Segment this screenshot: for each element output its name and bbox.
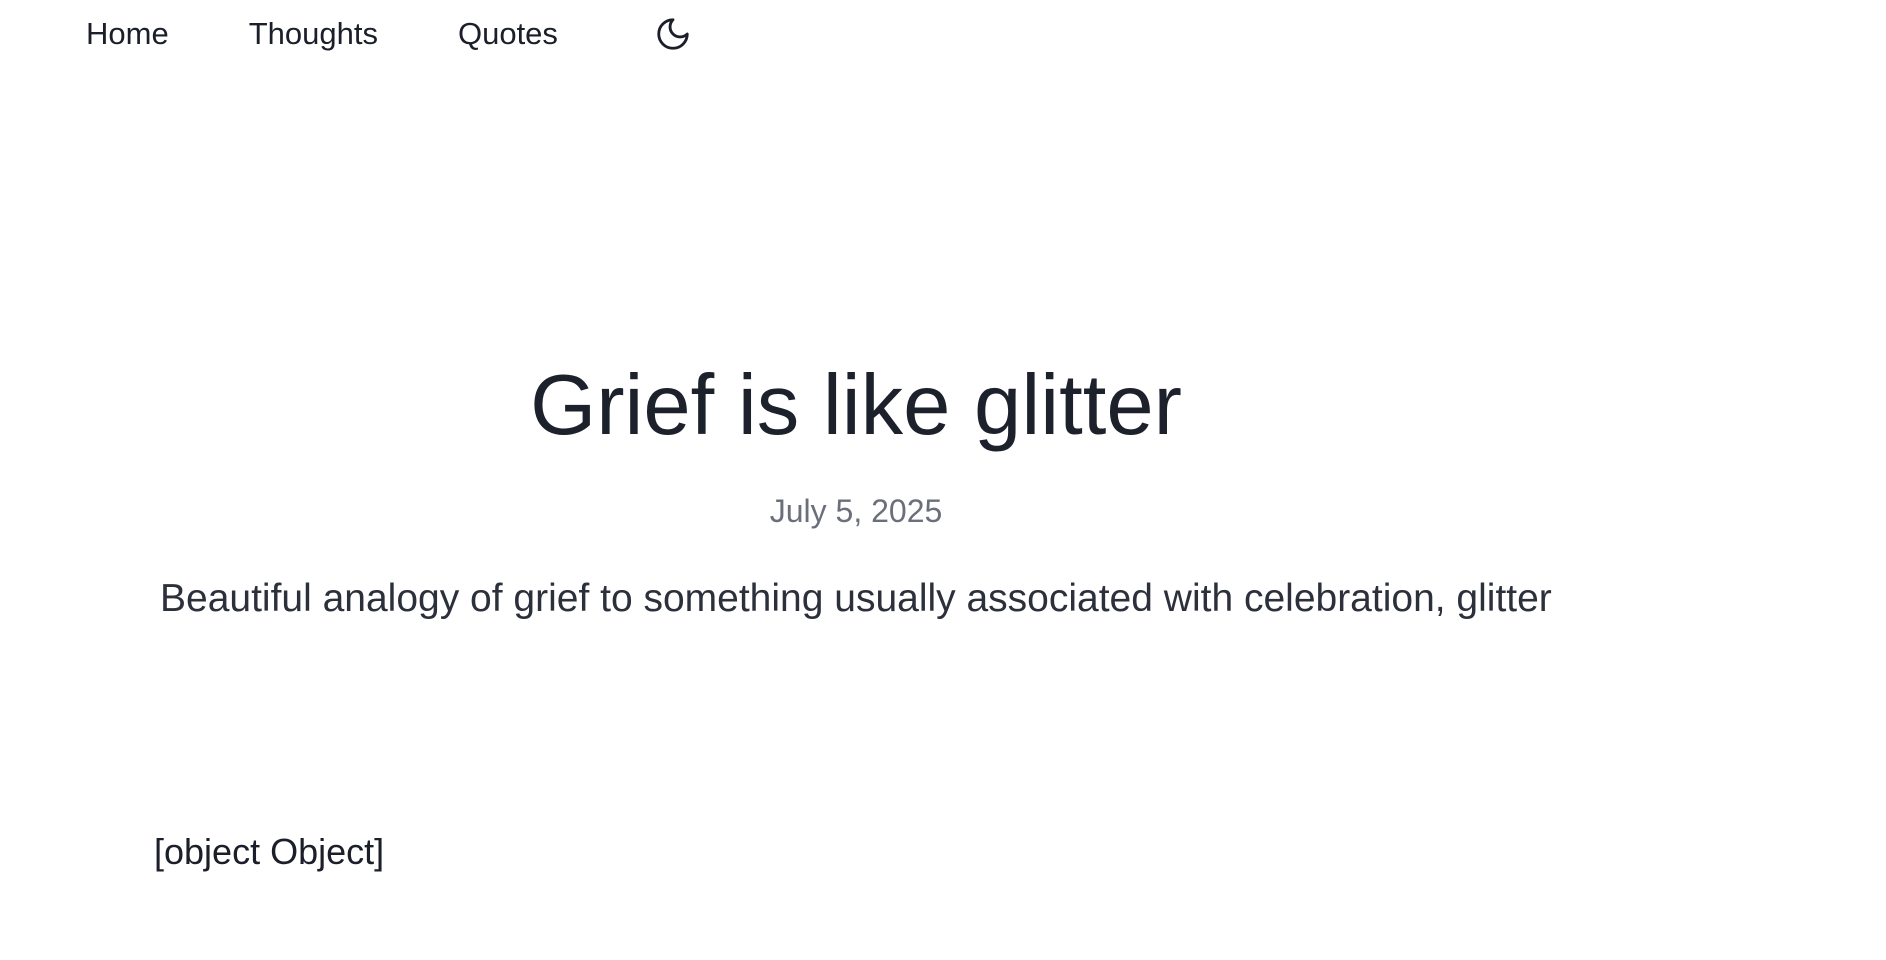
top-nav: Home Thoughts Quotes — [86, 14, 693, 54]
moon-icon — [657, 18, 689, 50]
post-title: Grief is like glitter — [530, 358, 1182, 453]
theme-toggle-button[interactable] — [653, 14, 693, 54]
nav-link-quotes[interactable]: Quotes — [458, 14, 558, 54]
nav-link-thoughts[interactable]: Thoughts — [249, 14, 378, 54]
post-body: [object Object] — [154, 831, 385, 872]
post-summary: Beautiful analogy of grief to something … — [160, 577, 1552, 620]
post-date: July 5, 2025 — [769, 493, 943, 529]
nav-link-home[interactable]: Home — [86, 14, 169, 54]
